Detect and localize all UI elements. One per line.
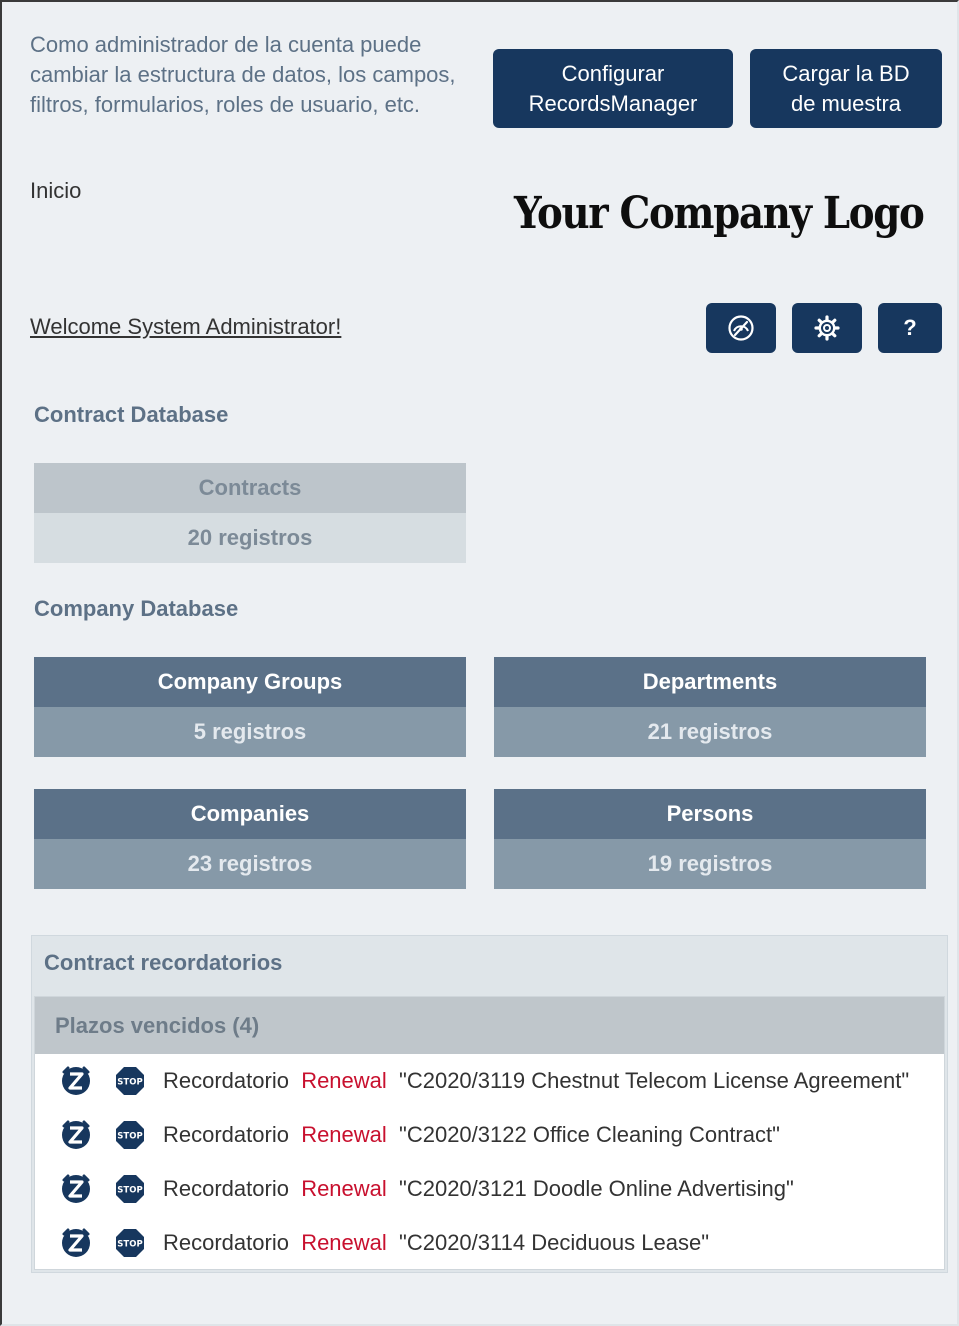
contract-database-title: Contract Database xyxy=(34,402,229,427)
reminder-row: STOP Recordatorio Renewal "C2020/3121 Do… xyxy=(35,1162,944,1216)
svg-text:STOP: STOP xyxy=(117,1186,142,1196)
reminder-prefix: Recordatorio xyxy=(163,1122,289,1147)
reminder-row: STOP Recordatorio Renewal "C2020/3122 Of… xyxy=(35,1108,944,1162)
contract-reminders-panel: Contract recordatorios Plazos vencidos (… xyxy=(31,935,948,1273)
configure-button-line1: Configurar xyxy=(561,60,665,86)
load-sample-button-line2: de muestra xyxy=(790,90,902,116)
breadcrumb: Inicio xyxy=(30,178,82,203)
tile-count: 23 registros xyxy=(34,839,466,889)
reminder-prefix: Recordatorio xyxy=(163,1068,289,1093)
reminder-type: Renewal xyxy=(301,1230,387,1255)
snooze-z-icon[interactable] xyxy=(59,1172,93,1206)
reminder-type: Renewal xyxy=(301,1122,387,1147)
stop-icon[interactable]: STOP xyxy=(114,1065,146,1097)
tile-title: Companies xyxy=(34,789,466,839)
snooze-z-icon[interactable] xyxy=(59,1226,93,1260)
overdue-group-header[interactable]: Plazos vencidos (4) xyxy=(35,997,944,1054)
tile-title: Departments xyxy=(494,657,926,707)
tile-companies[interactable]: Companies 23 registros xyxy=(34,789,466,889)
reminder-text[interactable]: Recordatorio Renewal "C2020/3114 Deciduo… xyxy=(163,1230,709,1256)
svg-text:STOP: STOP xyxy=(117,1132,142,1142)
reminder-row: STOP Recordatorio Renewal "C2020/3119 Ch… xyxy=(35,1054,944,1108)
reminder-prefix: Recordatorio xyxy=(163,1176,289,1201)
svg-text:STOP: STOP xyxy=(117,1078,142,1088)
reminder-text[interactable]: Recordatorio Renewal "C2020/3121 Doodle … xyxy=(163,1176,794,1202)
svg-text:STOP: STOP xyxy=(117,1240,142,1250)
reminder-text[interactable]: Recordatorio Renewal "C2020/3119 Chestnu… xyxy=(163,1068,909,1094)
tile-title: Company Groups xyxy=(34,657,466,707)
admin-intro-text: Como administrador de la cuenta puede ca… xyxy=(30,32,456,117)
tile-count: 19 registros xyxy=(494,839,926,889)
reminder-subject: "C2020/3114 Deciduous Lease" xyxy=(399,1230,710,1255)
tile-contracts[interactable]: Contracts 20 registros xyxy=(34,463,466,563)
speedometer-icon xyxy=(728,315,754,341)
configure-recordsmanager-button[interactable]: Configurar RecordsManager xyxy=(493,49,733,128)
reminder-subject: "C2020/3121 Doodle Online Advertising" xyxy=(399,1176,794,1201)
reminder-row: STOP Recordatorio Renewal "C2020/3114 De… xyxy=(35,1216,944,1269)
reminder-type: Renewal xyxy=(301,1068,387,1093)
tile-title: Contracts xyxy=(34,463,466,513)
gear-icon xyxy=(814,315,840,341)
overdue-reminders-list: Plazos vencidos (4) STOP Recordatorio Re… xyxy=(34,996,945,1270)
reminder-text[interactable]: Recordatorio Renewal "C2020/3122 Office … xyxy=(163,1122,780,1148)
welcome-user-link[interactable]: Welcome System Administrator! xyxy=(30,314,341,340)
load-sample-button-line1: Cargar la BD xyxy=(782,60,910,86)
settings-button[interactable] xyxy=(792,303,862,353)
help-button[interactable]: ? xyxy=(878,303,942,353)
tile-count: 20 registros xyxy=(34,513,466,563)
stop-icon[interactable]: STOP xyxy=(114,1173,146,1205)
page-frame: Como administrador de la cuenta puede ca… xyxy=(0,0,959,1326)
dashboard-button[interactable] xyxy=(706,303,776,353)
stop-icon[interactable]: STOP xyxy=(114,1227,146,1259)
tile-count: 5 registros xyxy=(34,707,466,757)
tile-persons[interactable]: Persons 19 registros xyxy=(494,789,926,889)
company-database-title: Company Database xyxy=(34,596,239,621)
stop-icon[interactable]: STOP xyxy=(114,1119,146,1151)
snooze-z-icon[interactable] xyxy=(59,1064,93,1098)
reminders-title: Contract recordatorios xyxy=(44,950,283,975)
reminder-subject: "C2020/3122 Office Cleaning Contract" xyxy=(399,1122,780,1147)
configure-button-line2: RecordsManager xyxy=(528,90,698,116)
reminder-subject: "C2020/3119 Chestnut Telecom License Agr… xyxy=(399,1068,910,1093)
tile-title: Persons xyxy=(494,789,926,839)
tile-departments[interactable]: Departments 21 registros xyxy=(494,657,926,757)
tile-company-groups[interactable]: Company Groups 5 registros xyxy=(34,657,466,757)
reminder-prefix: Recordatorio xyxy=(163,1230,289,1255)
company-logo: Your Company Logo xyxy=(514,188,925,239)
reminder-type: Renewal xyxy=(301,1176,387,1201)
snooze-z-icon[interactable] xyxy=(59,1118,93,1152)
load-sample-db-button[interactable]: Cargar la BD de muestra xyxy=(750,49,942,128)
tile-count: 21 registros xyxy=(494,707,926,757)
